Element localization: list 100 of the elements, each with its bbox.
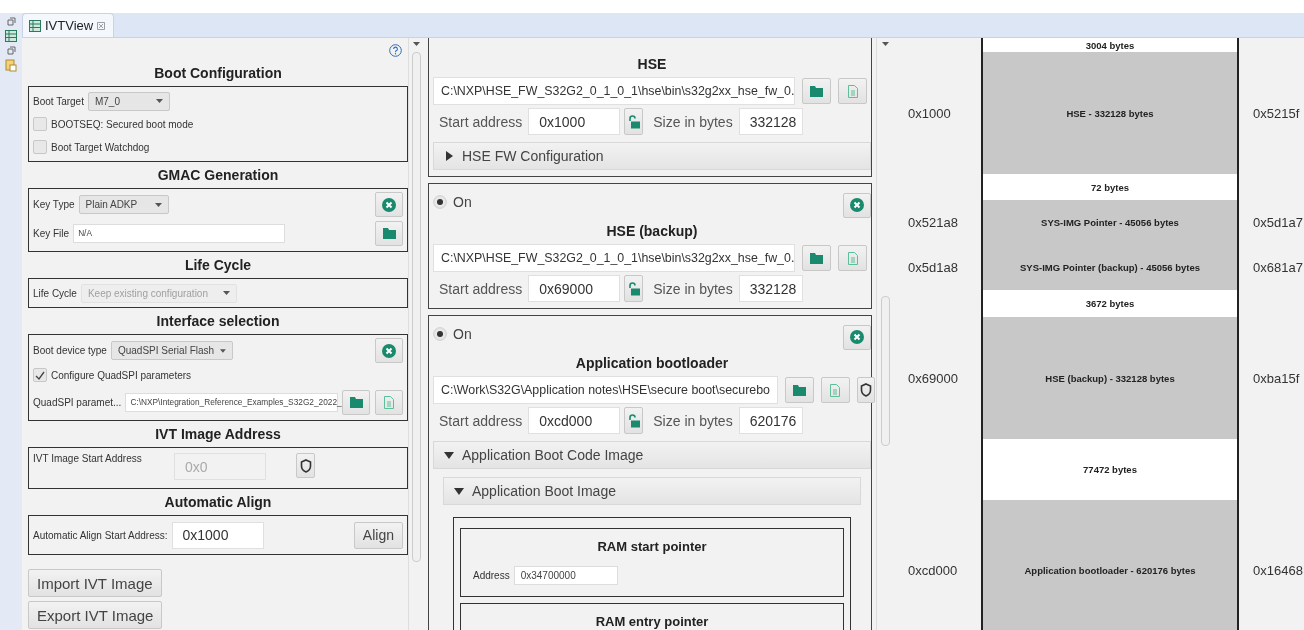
folder-icon: [349, 396, 363, 408]
memory-block: HSE (backup) - 332128 bytes: [981, 317, 1239, 439]
file-button[interactable]: [838, 78, 867, 104]
browse-button[interactable]: [342, 389, 370, 415]
checkbox-label: Boot Target Watchdog: [51, 141, 150, 153]
start-address: 0xcd000: [907, 561, 959, 580]
document-icon: [830, 383, 841, 397]
remove-button[interactable]: [375, 192, 403, 217]
unlocked-padlock-icon: [627, 413, 640, 428]
checkbox[interactable]: [33, 140, 47, 154]
browse-button[interactable]: [802, 245, 831, 271]
clipboard-icon[interactable]: [5, 59, 17, 72]
on-radio[interactable]: On: [433, 326, 472, 342]
image-button[interactable]: Import IVT Image: [28, 569, 162, 597]
scroll-thumb[interactable]: [881, 296, 890, 446]
start-address: 0x1000: [907, 104, 952, 123]
on-radio[interactable]: On: [433, 194, 472, 210]
restore-icon[interactable]: [6, 17, 16, 26]
size-field[interactable]: 620176: [738, 407, 803, 434]
section-title: Life Cycle: [183, 257, 253, 273]
scroll-thumb[interactable]: [412, 52, 421, 562]
section-title: Automatic Align: [163, 494, 273, 510]
file-button[interactable]: [821, 377, 850, 403]
size-field[interactable]: 332128: [738, 108, 803, 135]
field-label: Address: [472, 569, 510, 581]
field-label: Size in bytes: [652, 412, 734, 429]
checkbox[interactable]: [33, 117, 47, 131]
field-label: Start address: [438, 280, 524, 297]
document-icon: [847, 251, 858, 265]
remove-button[interactable]: [843, 324, 871, 350]
path-field[interactable]: C:\NXP\HSE_FW_S32G2_0_1_0_1\hse\bin\s32g2xx_hse_fw_0.: [433, 77, 795, 105]
field-label: Boot device type: [33, 345, 107, 356]
address-field[interactable]: 0x1000: [528, 108, 621, 135]
restore-icon[interactable]: [6, 46, 16, 55]
address-field[interactable]: 0x69000: [528, 275, 621, 302]
browse-button[interactable]: [802, 78, 831, 104]
expander-header[interactable]: Application Boot Image: [443, 477, 861, 505]
radio-icon[interactable]: [433, 195, 447, 209]
table-icon[interactable]: [5, 30, 17, 42]
pointer-title: RAM start pointer: [596, 539, 708, 554]
field-label: Size in bytes: [652, 113, 734, 130]
field-label: IVT Image Start Address: [33, 453, 143, 464]
expander-header[interactable]: Application Boot Code Image: [433, 441, 871, 469]
close-icon[interactable]: [97, 21, 106, 30]
expander-header[interactable]: HSE FW Configuration: [433, 142, 871, 170]
end-address: 0x5d1a7: [1252, 213, 1304, 232]
dropdown[interactable]: Plain ADKP: [78, 195, 169, 214]
browse-button[interactable]: [785, 377, 814, 403]
lock-button[interactable]: [624, 275, 644, 302]
free-space-block: 77472 bytes: [981, 439, 1239, 500]
path-field[interactable]: C:\NXP\HSE_FW_S32G2_0_1_0_1\hse\bin\s32g2xx_hse_fw_0.: [433, 244, 795, 272]
start-address: 0x521a8: [907, 213, 959, 232]
scrollbar[interactable]: [408, 38, 424, 630]
path-field[interactable]: N/A: [73, 223, 286, 243]
table-icon: [29, 19, 41, 32]
remove-button[interactable]: [843, 192, 871, 218]
section-title: Boot Configuration: [153, 65, 283, 81]
expander-label: Application Boot Image: [472, 483, 616, 499]
image-title: HSE (backup): [605, 223, 699, 239]
align-button[interactable]: Align: [353, 521, 403, 549]
end-address: 0x681a7: [1252, 258, 1304, 277]
lock-button[interactable]: [624, 407, 644, 434]
lock-button[interactable]: [624, 108, 644, 135]
expander-label: HSE FW Configuration: [462, 148, 604, 164]
address-field[interactable]: 0x34700000: [513, 565, 618, 585]
caret-icon: [222, 291, 230, 295]
document-icon: [847, 84, 858, 98]
dropdown[interactable]: QuadSPI Serial Flash: [110, 341, 233, 360]
view-tab[interactable]: IVTView: [22, 13, 115, 37]
size-field[interactable]: 332128: [738, 275, 803, 302]
free-space-block: 3672 bytes: [981, 290, 1239, 317]
memory-block: Application bootloader - 620176 bytes: [981, 500, 1239, 630]
help-icon[interactable]: [389, 44, 402, 57]
dropdown[interactable]: M7_0: [87, 91, 170, 111]
address-field[interactable]: 0x1000: [171, 521, 264, 549]
field-label: QuadSPI paramet...: [33, 396, 122, 408]
browse-button[interactable]: [375, 220, 403, 246]
end-address: 0x5215f: [1252, 104, 1301, 123]
file-button[interactable]: [838, 245, 867, 271]
expander-label: Application Boot Code Image: [462, 447, 644, 463]
checkbox-label: Configure QuadSPI parameters: [51, 369, 192, 381]
field-label: Start address: [438, 412, 524, 429]
image-button[interactable]: Export IVT Image: [28, 601, 163, 629]
caret-icon: [413, 42, 420, 46]
caret-icon: [882, 42, 889, 46]
checkbox[interactable]: [33, 368, 47, 382]
address-field[interactable]: 0xcd000: [528, 407, 621, 434]
remove-icon: [850, 330, 864, 344]
field-label: Automatic Align Start Address:: [33, 529, 168, 541]
shield-button[interactable]: [296, 453, 315, 478]
start-address: 0x69000: [907, 369, 959, 388]
folder-icon: [810, 252, 823, 264]
path-field[interactable]: C:\Work\S32G\Application notes\HSE\secure boot\securebo: [433, 376, 778, 404]
radio-icon[interactable]: [433, 327, 447, 341]
remove-button[interactable]: [375, 338, 403, 363]
shield-button[interactable]: [857, 377, 875, 403]
file-button[interactable]: [375, 389, 403, 415]
field-label: Life Cycle: [33, 287, 77, 299]
field-label: Boot Target: [33, 95, 84, 107]
caret-icon: [155, 99, 163, 103]
